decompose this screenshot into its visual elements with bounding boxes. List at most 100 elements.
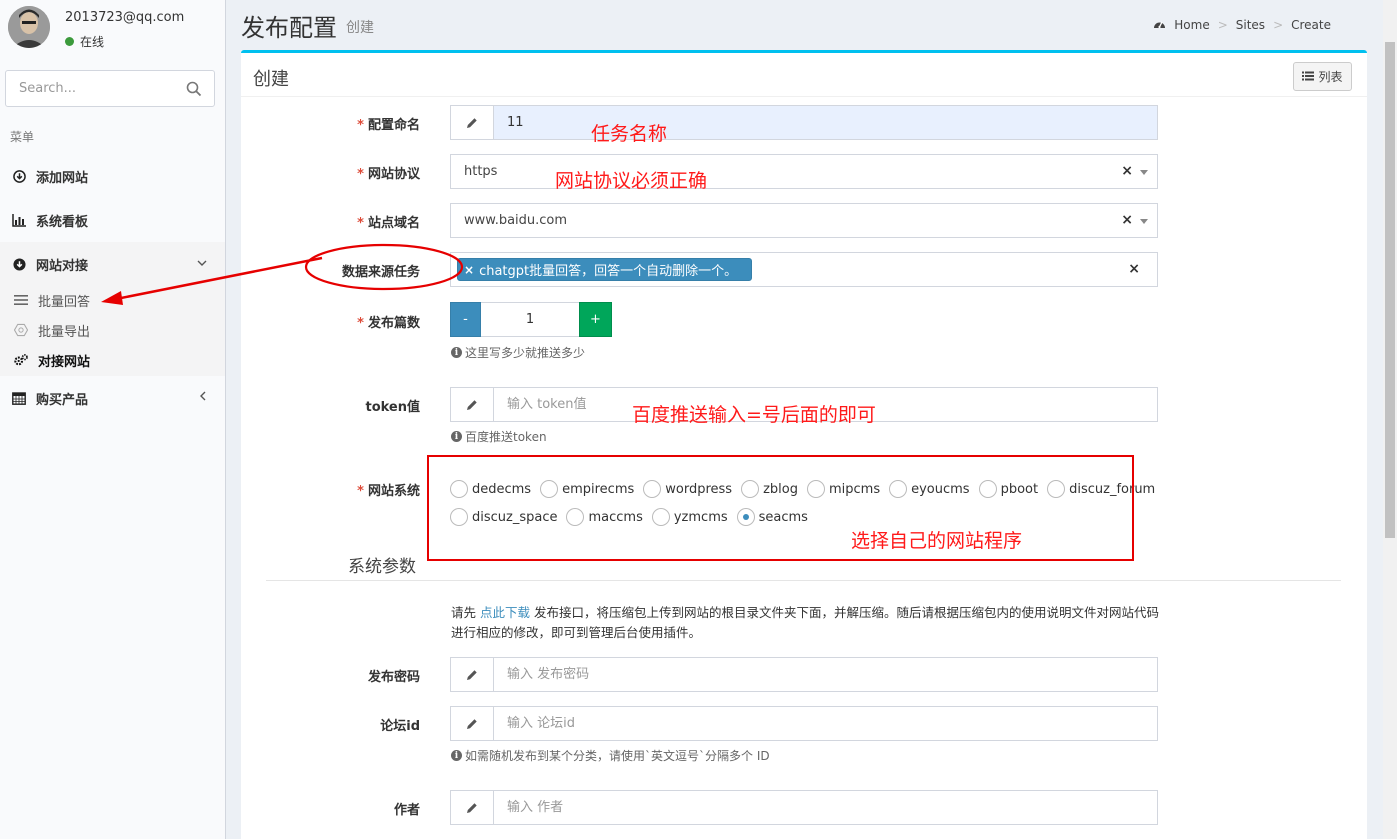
count-help: i 这里写多少就推送多少 (451, 344, 585, 361)
breadcrumb: Home > Sites > Create (1153, 18, 1331, 32)
required-mark: * (357, 167, 364, 182)
author-label: 作者 (240, 799, 420, 818)
clear-icon[interactable]: × (1128, 261, 1140, 277)
info-icon: i (451, 431, 462, 442)
protocol-label: * 网站协议 (240, 163, 420, 182)
submenu-site-connect: 批量回答 批量导出 对接网站 (0, 286, 225, 376)
list-button-label: 列表 (1318, 70, 1343, 84)
increment-button[interactable]: + (579, 302, 612, 337)
sidebar-search (5, 70, 215, 107)
token-help: i 百度推送token (451, 428, 547, 445)
sub-item-label: 批量回答 (38, 294, 91, 310)
source-label-text: 数据来源任务 (341, 265, 420, 280)
list-icon (14, 293, 28, 307)
avatar[interactable] (8, 6, 50, 48)
box-divider (241, 96, 1367, 97)
domain-label: * 站点域名 (240, 212, 420, 231)
download-link[interactable]: 点此下载 (480, 605, 530, 620)
search-input[interactable] (6, 71, 176, 106)
pencil-icon (451, 388, 494, 421)
pencil-icon (451, 791, 494, 824)
sidebar-item-label: 添加网站 (36, 170, 89, 186)
page-subtitle: 创建 (346, 20, 374, 36)
required-mark: * (357, 316, 364, 331)
calendar-icon (12, 391, 26, 405)
source-multiselect[interactable]: × chatgpt批量回答，回答一个自动删除一个。 × (450, 252, 1158, 287)
clear-icon[interactable]: × (1121, 163, 1133, 179)
count-help-text: 这里写多少就推送多少 (465, 346, 586, 360)
forum-id-label: 论坛id (240, 715, 420, 734)
sidebar-item-label: 系统看板 (36, 214, 89, 230)
forum-id-field (450, 706, 1158, 741)
sidebar-item-site-connect[interactable]: 网站对接 (0, 242, 225, 286)
author-input[interactable] (495, 791, 1155, 824)
breadcrumb-home[interactable]: Home (1174, 18, 1209, 32)
dashboard-icon (1153, 18, 1166, 32)
protocol-label-text: 网站协议 (367, 167, 420, 182)
breadcrumb-separator: > (1273, 18, 1284, 32)
name-label: * 配置命名 (240, 114, 420, 133)
source-tag-label: chatgpt批量回答，回答一个自动删除一个。 (479, 264, 738, 279)
author-label-text: 作者 (393, 803, 420, 818)
token-label-text: token值 (365, 400, 420, 415)
source-tag: × chatgpt批量回答，回答一个自动删除一个。 (457, 258, 753, 281)
system-label-text: 网站系统 (367, 484, 420, 499)
sub-item-label: 对接网站 (38, 354, 91, 370)
bar-chart-icon (12, 213, 26, 227)
forum-id-help-text: 如需随机发布到某个分类，请使用`英文逗号`分隔多个 ID (465, 749, 770, 763)
caret-down-icon (1140, 170, 1148, 175)
chevron-left-icon (199, 390, 207, 404)
password-input[interactable] (495, 658, 1155, 691)
info-icon: i (451, 750, 462, 761)
sidebar-item-batch-export[interactable]: 批量导出 (14, 318, 90, 342)
sidebar-item-batch-answer[interactable]: 批量回答 (14, 288, 90, 312)
caret-down-icon (1140, 219, 1148, 224)
tag-remove-icon[interactable]: × (464, 263, 474, 277)
pencil-icon (451, 658, 494, 691)
author-field (450, 790, 1158, 825)
decrement-button[interactable]: - (450, 302, 481, 337)
domain-label-text: 站点域名 (367, 216, 420, 231)
count-label: * 发布篇数 (240, 312, 420, 331)
domain-select[interactable]: www.baidu.com × (450, 203, 1158, 238)
notice-rest: 发布接口，将压缩包上传到网站的根目录文件夹下面，并解压缩。随后请根据压缩包内的使… (451, 605, 1159, 640)
download-circle-icon (12, 257, 26, 271)
required-mark: * (357, 118, 364, 133)
scrollbar[interactable] (1383, 0, 1397, 839)
protocol-value: https (464, 164, 498, 179)
password-label: 发布密码 (240, 666, 420, 685)
password-label-text: 发布密码 (367, 670, 420, 685)
count-stepper: - 1 + (450, 302, 612, 337)
count-input[interactable]: 1 (481, 302, 579, 337)
breadcrumb-create: Create (1291, 18, 1331, 32)
name-label-text: 配置命名 (367, 118, 420, 133)
notice-prefix: 请先 (451, 605, 480, 620)
cogs-icon (14, 353, 28, 367)
sidebar-item-add-site[interactable]: 添加网站 (0, 154, 225, 198)
user-status-label: 在线 (80, 35, 105, 49)
breadcrumb-sites[interactable]: Sites (1236, 18, 1265, 32)
forum-id-help: i 如需随机发布到某个分类，请使用`英文逗号`分隔多个 ID (451, 747, 770, 764)
source-label: 数据来源任务 (240, 261, 420, 280)
sidebar-item-connect-site[interactable]: 对接网站 (14, 348, 90, 372)
search-icon[interactable] (186, 81, 202, 97)
hexagon-icon (14, 323, 28, 337)
scrollbar-thumb[interactable] (1385, 42, 1395, 538)
list-icon (1302, 70, 1315, 84)
domain-value: www.baidu.com (464, 213, 568, 228)
online-dot-icon (65, 37, 74, 46)
forum-id-label-text: 论坛id (380, 719, 420, 734)
download-circle-icon (12, 169, 26, 183)
clear-icon[interactable]: × (1121, 212, 1133, 228)
sidebar-item-dashboard[interactable]: 系统看板 (0, 198, 225, 242)
page-title: 发布配置 (241, 14, 337, 42)
sidebar-item-buy[interactable]: 购买产品 (0, 376, 225, 420)
list-button[interactable]: 列表 (1293, 62, 1352, 91)
breadcrumb-separator: > (1217, 18, 1228, 32)
password-field (450, 657, 1158, 692)
annotation-highlight-box (427, 455, 1134, 561)
user-status: 在线 (65, 33, 104, 50)
forum-id-input[interactable] (495, 707, 1155, 740)
menu-header: 菜单 (10, 130, 35, 144)
token-help-text: 百度推送token (465, 430, 547, 444)
